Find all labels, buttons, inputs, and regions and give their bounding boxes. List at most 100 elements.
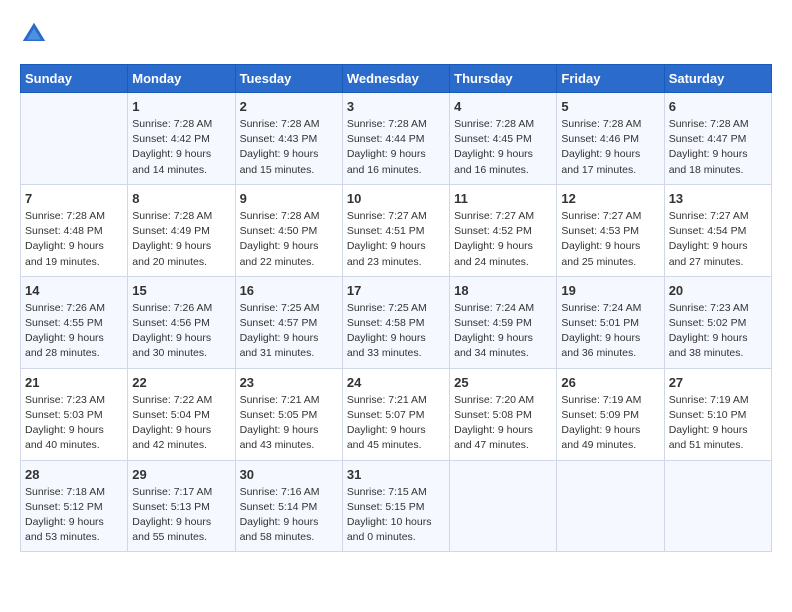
day-info: Sunrise: 7:21 AM Sunset: 5:07 PM Dayligh… bbox=[347, 393, 445, 454]
calendar-cell: 2Sunrise: 7:28 AM Sunset: 4:43 PM Daylig… bbox=[235, 93, 342, 185]
calendar-cell: 18 Sunrise: 7:24 AM Sunset: 4:59 PM Dayli… bbox=[450, 276, 557, 368]
calendar-cell: 21 Sunrise: 7:23 AM Sunset: 5:03 PM Dayli… bbox=[21, 368, 128, 460]
day-info: Sunrise: 7:25 AM Sunset: 4:58 PM Dayligh… bbox=[347, 301, 445, 362]
day-number: 4 bbox=[454, 99, 552, 114]
day-info: Sunrise: 7:15 AM Sunset: 5:15 PM Dayligh… bbox=[347, 485, 445, 546]
day-number: 25 bbox=[454, 375, 552, 390]
day-number: 26 bbox=[561, 375, 659, 390]
day-number: 7 bbox=[25, 191, 123, 206]
day-info: Sunrise: 7:28 AM Sunset: 4:48 PM Dayligh… bbox=[25, 209, 123, 270]
calendar-cell bbox=[557, 460, 664, 552]
day-info: Sunrise: 7:28 AM Sunset: 4:43 PM Dayligh… bbox=[240, 117, 338, 178]
calendar-cell: 27 Sunrise: 7:19 AM Sunset: 5:10 PM Dayli… bbox=[664, 368, 771, 460]
calendar-cell: 7 Sunrise: 7:28 AM Sunset: 4:48 PM Daylig… bbox=[21, 184, 128, 276]
calendar-cell: 14 Sunrise: 7:26 AM Sunset: 4:55 PM Dayli… bbox=[21, 276, 128, 368]
day-number: 19 bbox=[561, 283, 659, 298]
calendar-week-row: 14 Sunrise: 7:26 AM Sunset: 4:55 PM Dayli… bbox=[21, 276, 772, 368]
calendar-cell: 4 Sunrise: 7:28 AM Sunset: 4:45 PM Daylig… bbox=[450, 93, 557, 185]
day-number: 6 bbox=[669, 99, 767, 114]
calendar-cell: 5 Sunrise: 7:28 AM Sunset: 4:46 PM Daylig… bbox=[557, 93, 664, 185]
logo-icon bbox=[20, 20, 48, 48]
day-number: 28 bbox=[25, 467, 123, 482]
calendar-cell: 30 Sunrise: 7:16 AM Sunset: 5:14 PM Dayli… bbox=[235, 460, 342, 552]
day-number: 23 bbox=[240, 375, 338, 390]
header-cell-wednesday: Wednesday bbox=[342, 65, 449, 93]
day-number: 13 bbox=[669, 191, 767, 206]
day-info: Sunrise: 7:28 AM Sunset: 4:45 PM Dayligh… bbox=[454, 117, 552, 178]
calendar-cell: 17 Sunrise: 7:25 AM Sunset: 4:58 PM Dayli… bbox=[342, 276, 449, 368]
day-info: Sunrise: 7:19 AM Sunset: 5:10 PM Dayligh… bbox=[669, 393, 767, 454]
calendar-cell: 24Sunrise: 7:21 AM Sunset: 5:07 PM Dayli… bbox=[342, 368, 449, 460]
day-info: Sunrise: 7:26 AM Sunset: 4:55 PM Dayligh… bbox=[25, 301, 123, 362]
calendar-header: SundayMondayTuesdayWednesdayThursdayFrid… bbox=[21, 65, 772, 93]
calendar-table: SundayMondayTuesdayWednesdayThursdayFrid… bbox=[20, 64, 772, 552]
day-info: Sunrise: 7:24 AM Sunset: 4:59 PM Dayligh… bbox=[454, 301, 552, 362]
calendar-week-row: 7 Sunrise: 7:28 AM Sunset: 4:48 PM Daylig… bbox=[21, 184, 772, 276]
day-info: Sunrise: 7:23 AM Sunset: 5:03 PM Dayligh… bbox=[25, 393, 123, 454]
day-number: 10 bbox=[347, 191, 445, 206]
calendar-cell: 1 Sunrise: 7:28 AM Sunset: 4:42 PM Daylig… bbox=[128, 93, 235, 185]
day-info: Sunrise: 7:19 AM Sunset: 5:09 PM Dayligh… bbox=[561, 393, 659, 454]
calendar-cell bbox=[21, 93, 128, 185]
day-info: Sunrise: 7:28 AM Sunset: 4:44 PM Dayligh… bbox=[347, 117, 445, 178]
page-header bbox=[20, 20, 772, 48]
header-cell-saturday: Saturday bbox=[664, 65, 771, 93]
calendar-cell: 12 Sunrise: 7:27 AM Sunset: 4:53 PM Dayli… bbox=[557, 184, 664, 276]
calendar-cell: 8 Sunrise: 7:28 AM Sunset: 4:49 PM Daylig… bbox=[128, 184, 235, 276]
day-info: Sunrise: 7:28 AM Sunset: 4:42 PM Dayligh… bbox=[132, 117, 230, 178]
day-number: 1 bbox=[132, 99, 230, 114]
calendar-cell: 9 Sunrise: 7:28 AM Sunset: 4:50 PM Daylig… bbox=[235, 184, 342, 276]
day-number: 14 bbox=[25, 283, 123, 298]
calendar-cell: 19 Sunrise: 7:24 AM Sunset: 5:01 PM Dayli… bbox=[557, 276, 664, 368]
day-number: 27 bbox=[669, 375, 767, 390]
day-number: 15 bbox=[132, 283, 230, 298]
day-info: Sunrise: 7:28 AM Sunset: 4:46 PM Dayligh… bbox=[561, 117, 659, 178]
day-number: 12 bbox=[561, 191, 659, 206]
day-number: 21 bbox=[25, 375, 123, 390]
day-info: Sunrise: 7:22 AM Sunset: 5:04 PM Dayligh… bbox=[132, 393, 230, 454]
day-number: 9 bbox=[240, 191, 338, 206]
day-number: 3 bbox=[347, 99, 445, 114]
day-info: Sunrise: 7:28 AM Sunset: 4:50 PM Dayligh… bbox=[240, 209, 338, 270]
calendar-cell: 28Sunrise: 7:18 AM Sunset: 5:12 PM Dayli… bbox=[21, 460, 128, 552]
day-number: 5 bbox=[561, 99, 659, 114]
calendar-cell: 13 Sunrise: 7:27 AM Sunset: 4:54 PM Dayli… bbox=[664, 184, 771, 276]
day-info: Sunrise: 7:21 AM Sunset: 5:05 PM Dayligh… bbox=[240, 393, 338, 454]
calendar-cell: 3 Sunrise: 7:28 AM Sunset: 4:44 PM Daylig… bbox=[342, 93, 449, 185]
day-info: Sunrise: 7:20 AM Sunset: 5:08 PM Dayligh… bbox=[454, 393, 552, 454]
header-row: SundayMondayTuesdayWednesdayThursdayFrid… bbox=[21, 65, 772, 93]
calendar-cell: 20Sunrise: 7:23 AM Sunset: 5:02 PM Dayli… bbox=[664, 276, 771, 368]
day-number: 8 bbox=[132, 191, 230, 206]
day-info: Sunrise: 7:27 AM Sunset: 4:51 PM Dayligh… bbox=[347, 209, 445, 270]
day-number: 11 bbox=[454, 191, 552, 206]
calendar-cell: 22 Sunrise: 7:22 AM Sunset: 5:04 PM Dayli… bbox=[128, 368, 235, 460]
calendar-cell: 6Sunrise: 7:28 AM Sunset: 4:47 PM Daylig… bbox=[664, 93, 771, 185]
calendar-week-row: 1 Sunrise: 7:28 AM Sunset: 4:42 PM Daylig… bbox=[21, 93, 772, 185]
day-info: Sunrise: 7:23 AM Sunset: 5:02 PM Dayligh… bbox=[669, 301, 767, 362]
day-info: Sunrise: 7:27 AM Sunset: 4:54 PM Dayligh… bbox=[669, 209, 767, 270]
day-number: 31 bbox=[347, 467, 445, 482]
day-info: Sunrise: 7:27 AM Sunset: 4:52 PM Dayligh… bbox=[454, 209, 552, 270]
calendar-cell: 10 Sunrise: 7:27 AM Sunset: 4:51 PM Dayli… bbox=[342, 184, 449, 276]
calendar-cell: 23 Sunrise: 7:21 AM Sunset: 5:05 PM Dayli… bbox=[235, 368, 342, 460]
day-info: Sunrise: 7:24 AM Sunset: 5:01 PM Dayligh… bbox=[561, 301, 659, 362]
calendar-cell: 29Sunrise: 7:17 AM Sunset: 5:13 PM Dayli… bbox=[128, 460, 235, 552]
calendar-cell: 26 Sunrise: 7:19 AM Sunset: 5:09 PM Dayli… bbox=[557, 368, 664, 460]
day-info: Sunrise: 7:17 AM Sunset: 5:13 PM Dayligh… bbox=[132, 485, 230, 546]
calendar-cell bbox=[664, 460, 771, 552]
day-info: Sunrise: 7:27 AM Sunset: 4:53 PM Dayligh… bbox=[561, 209, 659, 270]
day-info: Sunrise: 7:28 AM Sunset: 4:49 PM Dayligh… bbox=[132, 209, 230, 270]
calendar-cell: 16Sunrise: 7:25 AM Sunset: 4:57 PM Dayli… bbox=[235, 276, 342, 368]
header-cell-tuesday: Tuesday bbox=[235, 65, 342, 93]
day-number: 17 bbox=[347, 283, 445, 298]
day-number: 18 bbox=[454, 283, 552, 298]
day-number: 22 bbox=[132, 375, 230, 390]
calendar-week-row: 21 Sunrise: 7:23 AM Sunset: 5:03 PM Dayli… bbox=[21, 368, 772, 460]
day-info: Sunrise: 7:16 AM Sunset: 5:14 PM Dayligh… bbox=[240, 485, 338, 546]
day-info: Sunrise: 7:26 AM Sunset: 4:56 PM Dayligh… bbox=[132, 301, 230, 362]
day-number: 16 bbox=[240, 283, 338, 298]
day-number: 30 bbox=[240, 467, 338, 482]
calendar-cell: 25 Sunrise: 7:20 AM Sunset: 5:08 PM Dayli… bbox=[450, 368, 557, 460]
calendar-cell: 11 Sunrise: 7:27 AM Sunset: 4:52 PM Dayli… bbox=[450, 184, 557, 276]
calendar-cell: 15 Sunrise: 7:26 AM Sunset: 4:56 PM Dayli… bbox=[128, 276, 235, 368]
